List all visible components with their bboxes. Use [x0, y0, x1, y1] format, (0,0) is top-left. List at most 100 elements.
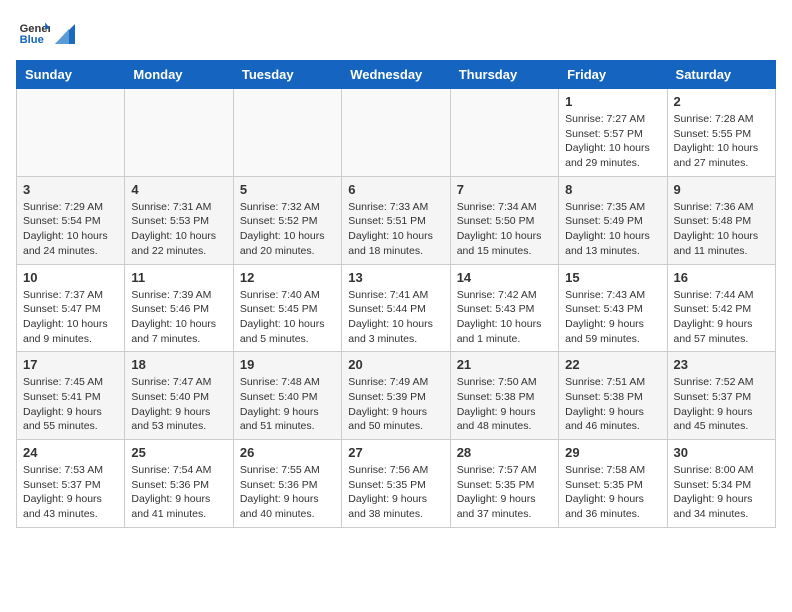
day-number: 3 — [23, 182, 118, 197]
day-number: 10 — [23, 270, 118, 285]
day-info: Sunrise: 7:45 AMSunset: 5:41 PMDaylight:… — [23, 375, 118, 434]
day-number: 19 — [240, 357, 335, 372]
calendar-cell: 19Sunrise: 7:48 AMSunset: 5:40 PMDayligh… — [233, 352, 341, 440]
day-number: 23 — [674, 357, 769, 372]
day-info: Sunrise: 7:36 AMSunset: 5:48 PMDaylight:… — [674, 200, 769, 259]
day-info: Sunrise: 7:31 AMSunset: 5:53 PMDaylight:… — [131, 200, 226, 259]
calendar-cell: 29Sunrise: 7:58 AMSunset: 5:35 PMDayligh… — [559, 440, 667, 528]
weekday-header-friday: Friday — [559, 61, 667, 89]
weekday-header-saturday: Saturday — [667, 61, 775, 89]
day-info: Sunrise: 7:44 AMSunset: 5:42 PMDaylight:… — [674, 288, 769, 347]
calendar-cell: 25 Sunrise: 7:54 AMSunset: 5:36 PMDayligh… — [125, 440, 233, 528]
day-number: 21 — [457, 357, 552, 372]
calendar-cell — [125, 89, 233, 177]
calendar-cell: 15 Sunrise: 7:43 AMSunset: 5:43 PMDayligh… — [559, 264, 667, 352]
calendar-cell: 8Sunrise: 7:35 AMSunset: 5:49 PMDaylight… — [559, 176, 667, 264]
day-info: Sunrise: 7:28 AMSunset: 5:55 PMDaylight:… — [674, 112, 769, 171]
day-number: 14 — [457, 270, 552, 285]
calendar-cell: 11 Sunrise: 7:39 AMSunset: 5:46 PMDayligh… — [125, 264, 233, 352]
day-info: Sunrise: 7:39 AMSunset: 5:46 PMDaylight:… — [131, 288, 226, 347]
calendar-table: SundayMondayTuesdayWednesdayThursdayFrid… — [16, 60, 776, 528]
day-number: 18 — [131, 357, 226, 372]
day-number: 9 — [674, 182, 769, 197]
day-info: Sunrise: 7:27 AMSunset: 5:57 PMDaylight:… — [565, 112, 660, 171]
day-info: Sunrise: 7:53 AMSunset: 5:37 PMDaylight:… — [23, 463, 118, 522]
calendar-cell — [342, 89, 450, 177]
day-info: Sunrise: 7:56 AMSunset: 5:35 PMDaylight:… — [348, 463, 443, 522]
calendar-cell: 21 Sunrise: 7:50 AMSunset: 5:38 PMDayligh… — [450, 352, 558, 440]
calendar-cell: 3 Sunrise: 7:29 AMSunset: 5:54 PMDaylight… — [17, 176, 125, 264]
calendar-cell: 18 Sunrise: 7:47 AMSunset: 5:40 PMDayligh… — [125, 352, 233, 440]
day-info: Sunrise: 7:57 AMSunset: 5:35 PMDaylight:… — [457, 463, 552, 522]
day-number: 5 — [240, 182, 335, 197]
calendar-cell: 1 Sunrise: 7:27 AMSunset: 5:57 PMDaylight… — [559, 89, 667, 177]
calendar-cell: 16 Sunrise: 7:44 AMSunset: 5:42 PMDayligh… — [667, 264, 775, 352]
day-info: Sunrise: 7:40 AMSunset: 5:45 PMDaylight:… — [240, 288, 335, 347]
calendar-cell: 6Sunrise: 7:33 AMSunset: 5:51 PMDaylight… — [342, 176, 450, 264]
day-number: 29 — [565, 445, 660, 460]
weekday-header-wednesday: Wednesday — [342, 61, 450, 89]
calendar-week-2: 3 Sunrise: 7:29 AMSunset: 5:54 PMDaylight… — [17, 176, 776, 264]
calendar-cell: 20Sunrise: 7:49 AMSunset: 5:39 PMDayligh… — [342, 352, 450, 440]
page-header: General Blue — [16, 16, 776, 48]
day-number: 16 — [674, 270, 769, 285]
day-info: Sunrise: 7:33 AMSunset: 5:51 PMDaylight:… — [348, 200, 443, 259]
day-info: Sunrise: 7:54 AMSunset: 5:36 PMDaylight:… — [131, 463, 226, 522]
day-info: Sunrise: 7:29 AMSunset: 5:54 PMDaylight:… — [23, 200, 118, 259]
calendar-cell — [17, 89, 125, 177]
calendar-cell: 26 Sunrise: 7:55 AMSunset: 5:36 PMDayligh… — [233, 440, 341, 528]
calendar-week-5: 24 Sunrise: 7:53 AMSunset: 5:37 PMDayligh… — [17, 440, 776, 528]
day-number: 4 — [131, 182, 226, 197]
day-number: 22 — [565, 357, 660, 372]
calendar-cell: 28 Sunrise: 7:57 AMSunset: 5:35 PMDayligh… — [450, 440, 558, 528]
day-number: 11 — [131, 270, 226, 285]
calendar-cell: 22 Sunrise: 7:51 AMSunset: 5:38 PMDayligh… — [559, 352, 667, 440]
calendar-cell: 24 Sunrise: 7:53 AMSunset: 5:37 PMDayligh… — [17, 440, 125, 528]
day-info: Sunrise: 7:35 AMSunset: 5:49 PMDaylight:… — [565, 200, 660, 259]
day-info: Sunrise: 7:37 AMSunset: 5:47 PMDaylight:… — [23, 288, 118, 347]
day-number: 24 — [23, 445, 118, 460]
day-number: 1 — [565, 94, 660, 109]
logo-icon: General Blue — [18, 16, 50, 48]
day-info: Sunrise: 7:41 AMSunset: 5:44 PMDaylight:… — [348, 288, 443, 347]
calendar-cell: 12 Sunrise: 7:40 AMSunset: 5:45 PMDayligh… — [233, 264, 341, 352]
calendar-cell: 4 Sunrise: 7:31 AMSunset: 5:53 PMDaylight… — [125, 176, 233, 264]
logo: General Blue — [16, 16, 75, 48]
calendar-header-row: SundayMondayTuesdayWednesdayThursdayFrid… — [17, 61, 776, 89]
day-info: Sunrise: 7:47 AMSunset: 5:40 PMDaylight:… — [131, 375, 226, 434]
day-info: Sunrise: 7:42 AMSunset: 5:43 PMDaylight:… — [457, 288, 552, 347]
day-number: 13 — [348, 270, 443, 285]
day-info: Sunrise: 7:43 AMSunset: 5:43 PMDaylight:… — [565, 288, 660, 347]
day-info: Sunrise: 7:32 AMSunset: 5:52 PMDaylight:… — [240, 200, 335, 259]
calendar-cell: 2Sunrise: 7:28 AMSunset: 5:55 PMDaylight… — [667, 89, 775, 177]
day-info: Sunrise: 7:52 AMSunset: 5:37 PMDaylight:… — [674, 375, 769, 434]
day-number: 12 — [240, 270, 335, 285]
calendar-cell: 7Sunrise: 7:34 AMSunset: 5:50 PMDaylight… — [450, 176, 558, 264]
day-info: Sunrise: 7:34 AMSunset: 5:50 PMDaylight:… — [457, 200, 552, 259]
day-number: 17 — [23, 357, 118, 372]
day-number: 30 — [674, 445, 769, 460]
calendar-cell — [233, 89, 341, 177]
day-number: 20 — [348, 357, 443, 372]
logo-triangle-icon — [55, 24, 75, 44]
calendar-cell: 10 Sunrise: 7:37 AMSunset: 5:47 PMDayligh… — [17, 264, 125, 352]
day-number: 28 — [457, 445, 552, 460]
day-info: Sunrise: 7:55 AMSunset: 5:36 PMDaylight:… — [240, 463, 335, 522]
calendar-week-3: 10 Sunrise: 7:37 AMSunset: 5:47 PMDayligh… — [17, 264, 776, 352]
calendar-cell: 13 Sunrise: 7:41 AMSunset: 5:44 PMDayligh… — [342, 264, 450, 352]
day-number: 15 — [565, 270, 660, 285]
calendar-week-4: 17 Sunrise: 7:45 AMSunset: 5:41 PMDayligh… — [17, 352, 776, 440]
weekday-header-tuesday: Tuesday — [233, 61, 341, 89]
day-number: 27 — [348, 445, 443, 460]
calendar-cell — [450, 89, 558, 177]
weekday-header-sunday: Sunday — [17, 61, 125, 89]
day-info: Sunrise: 8:00 AMSunset: 5:34 PMDaylight:… — [674, 463, 769, 522]
calendar-cell: 14 Sunrise: 7:42 AMSunset: 5:43 PMDayligh… — [450, 264, 558, 352]
day-number: 25 — [131, 445, 226, 460]
day-info: Sunrise: 7:51 AMSunset: 5:38 PMDaylight:… — [565, 375, 660, 434]
svg-text:Blue: Blue — [20, 34, 44, 46]
day-info: Sunrise: 7:50 AMSunset: 5:38 PMDaylight:… — [457, 375, 552, 434]
calendar-week-1: 1 Sunrise: 7:27 AMSunset: 5:57 PMDaylight… — [17, 89, 776, 177]
day-number: 26 — [240, 445, 335, 460]
calendar-cell: 17 Sunrise: 7:45 AMSunset: 5:41 PMDayligh… — [17, 352, 125, 440]
